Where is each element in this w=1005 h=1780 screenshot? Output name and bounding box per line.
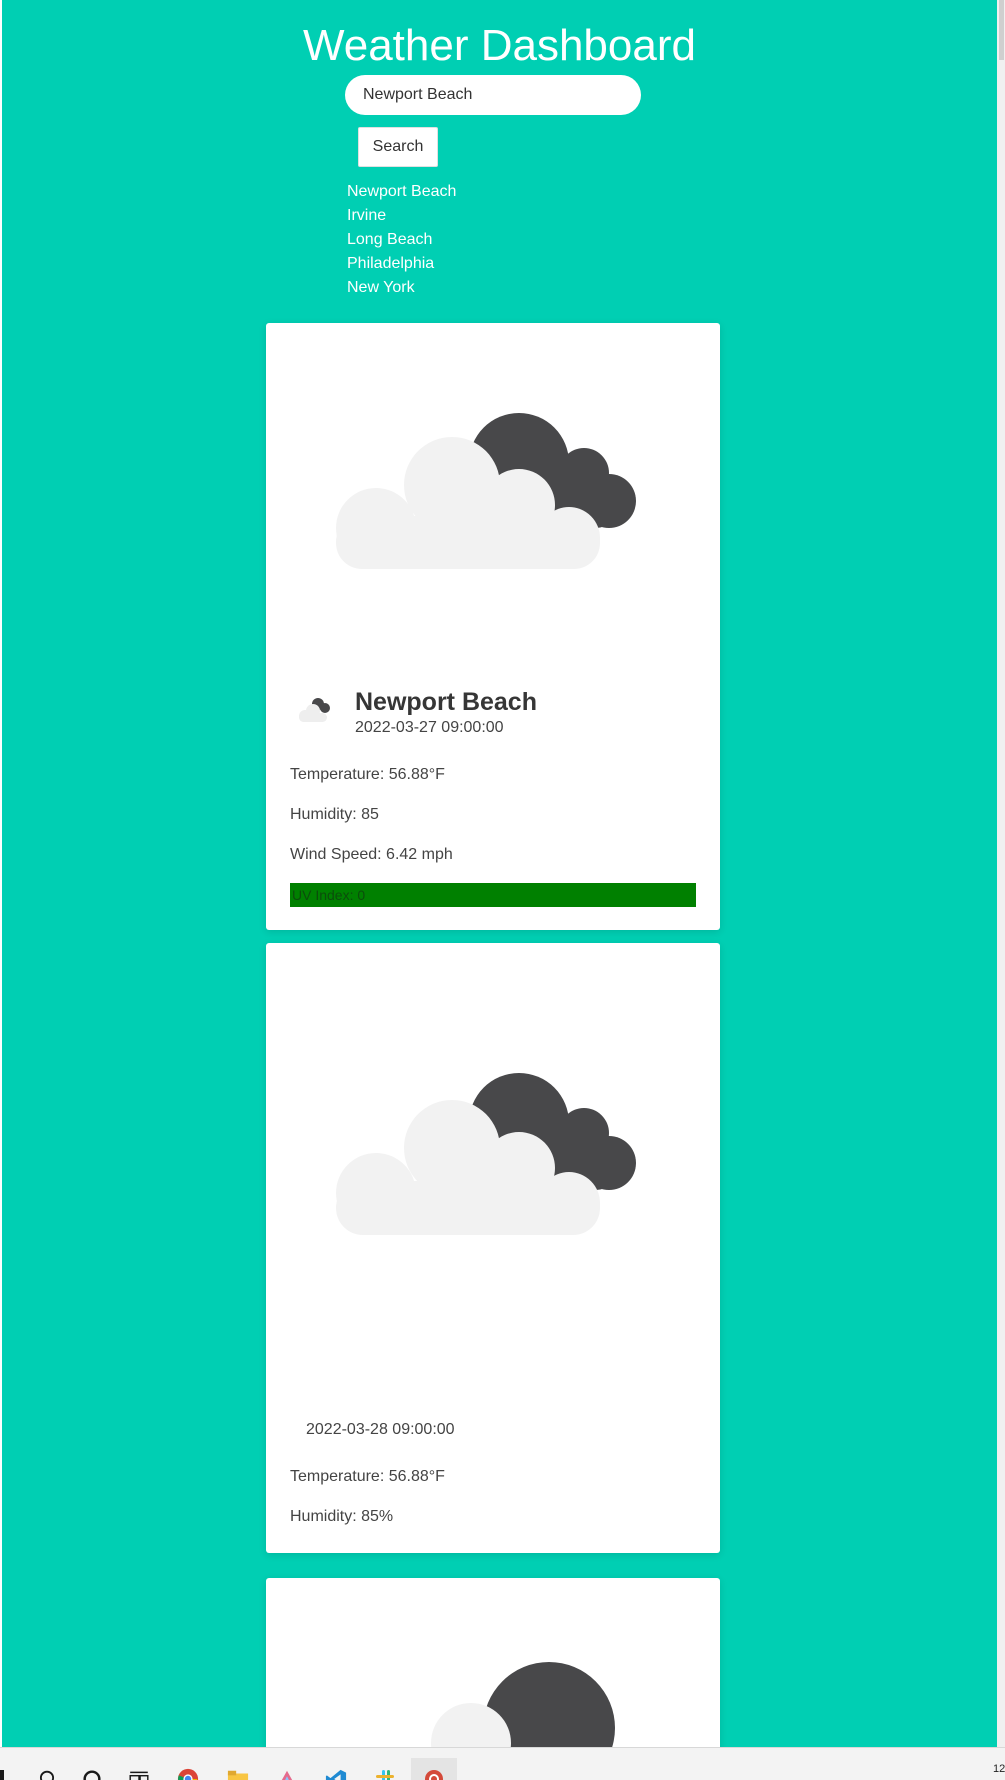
forecast-humidity: Humidity: 85% bbox=[290, 1508, 394, 1525]
history-item-philadelphia[interactable]: Philadelphia bbox=[347, 252, 456, 276]
current-temperature: Temperature: 56.88°F bbox=[290, 766, 445, 783]
history-item-newport-beach[interactable]: Newport Beach bbox=[347, 180, 456, 204]
browser-viewport: Weather Dashboard Search Newport Beach I… bbox=[2, 0, 997, 1747]
slack-icon[interactable] bbox=[374, 1768, 396, 1780]
current-wind-speed: Wind Speed: 6.42 mph bbox=[290, 846, 453, 863]
search-history-list: Newport Beach Irvine Long Beach Philadel… bbox=[347, 180, 456, 300]
taskbar-clock[interactable]: 12 bbox=[993, 1763, 1005, 1775]
cortana-icon[interactable] bbox=[81, 1768, 103, 1780]
history-item-new-york[interactable]: New York bbox=[347, 276, 456, 300]
broken-clouds-icon bbox=[336, 1073, 636, 1235]
history-item-long-beach[interactable]: Long Beach bbox=[347, 228, 456, 252]
current-humidity: Humidity: 85 bbox=[290, 806, 379, 823]
broken-clouds-icon bbox=[431, 1662, 615, 1747]
forecast-temperature: Temperature: 56.88°F bbox=[290, 1468, 445, 1485]
current-datetime: 2022-03-27 09:00:00 bbox=[355, 719, 504, 736]
task-view-icon[interactable] bbox=[128, 1768, 150, 1780]
page-title: Weather Dashboard bbox=[303, 21, 696, 70]
search-icon[interactable] bbox=[36, 1768, 58, 1780]
search-button[interactable]: Search bbox=[358, 127, 438, 167]
forecast-card: 2022-03-28 09:00:00 Temperature: 56.88°F… bbox=[266, 943, 720, 1553]
search-input[interactable] bbox=[345, 75, 641, 115]
city-name: Newport Beach bbox=[355, 688, 537, 716]
scrollbar-track[interactable] bbox=[997, 0, 1005, 1747]
history-item-irvine[interactable]: Irvine bbox=[347, 204, 456, 228]
taskbar: 12 bbox=[0, 1747, 1005, 1780]
forecast-datetime: 2022-03-28 09:00:00 bbox=[306, 1421, 455, 1438]
scrollbar-thumb[interactable] bbox=[999, 0, 1004, 60]
windows-start-icon[interactable] bbox=[0, 1770, 4, 1780]
current-weather-card: Newport Beach 2022-03-27 09:00:00 Temper… bbox=[266, 323, 720, 930]
app-icon[interactable] bbox=[423, 1768, 445, 1780]
broken-clouds-icon bbox=[299, 698, 330, 722]
uv-index-badge: UV Index: 0 bbox=[290, 883, 696, 907]
file-explorer-icon[interactable] bbox=[227, 1768, 249, 1780]
broken-clouds-icon bbox=[336, 413, 636, 569]
forecast-card bbox=[266, 1578, 720, 1747]
vscode-icon[interactable] bbox=[325, 1768, 347, 1780]
chrome-icon[interactable] bbox=[177, 1768, 199, 1780]
app-icon[interactable] bbox=[276, 1768, 298, 1780]
